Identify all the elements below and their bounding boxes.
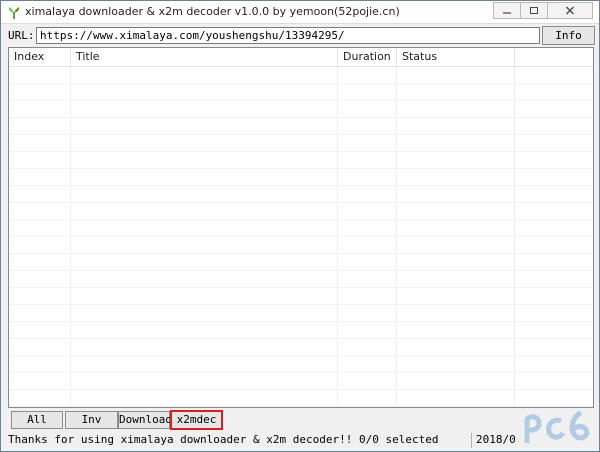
- invert-selection-button[interactable]: Inv: [65, 411, 118, 429]
- status-message: Thanks for using ximalaya downloader & x…: [8, 433, 439, 446]
- ximalaya-leaf-icon: [7, 5, 21, 19]
- maximize-icon: [530, 7, 538, 14]
- app-window: ximalaya downloader & x2m decoder v1.0.0…: [0, 0, 600, 452]
- list-grid: [9, 67, 593, 407]
- select-all-button[interactable]: All: [11, 411, 63, 429]
- list-header: Index Title Duration Status: [9, 48, 593, 67]
- status-date: 2018/0: [476, 433, 516, 446]
- window-title: ximalaya downloader & x2m decoder v1.0.0…: [25, 5, 400, 18]
- url-label: URL:: [8, 29, 35, 42]
- track-list[interactable]: Index Title Duration Status: [8, 47, 594, 408]
- url-input[interactable]: https://www.ximalaya.com/youshengshu/133…: [36, 27, 540, 44]
- column-header-filler: [515, 48, 593, 66]
- minimize-icon: [503, 11, 511, 14]
- status-divider: [471, 433, 472, 448]
- watermark-logo: [524, 410, 590, 443]
- download-button[interactable]: Download: [118, 411, 172, 429]
- column-header-duration[interactable]: Duration: [338, 48, 397, 66]
- column-header-index[interactable]: Index: [9, 48, 71, 66]
- x2mdec-button[interactable]: x2mdec: [170, 410, 223, 430]
- close-icon: [566, 6, 574, 15]
- title-bar: ximalaya downloader & x2m decoder v1.0.0…: [1, 1, 599, 24]
- status-bar: Thanks for using ximalaya downloader & x…: [1, 431, 599, 451]
- window-controls: [493, 2, 593, 19]
- column-header-status[interactable]: Status: [397, 48, 515, 66]
- info-button[interactable]: Info: [542, 26, 595, 45]
- minimize-button[interactable]: [493, 2, 521, 19]
- maximize-button[interactable]: [520, 2, 548, 19]
- url-row: URL: https://www.ximalaya.com/youshengsh…: [1, 25, 599, 47]
- close-button[interactable]: [547, 2, 593, 19]
- column-header-title[interactable]: Title: [71, 48, 338, 66]
